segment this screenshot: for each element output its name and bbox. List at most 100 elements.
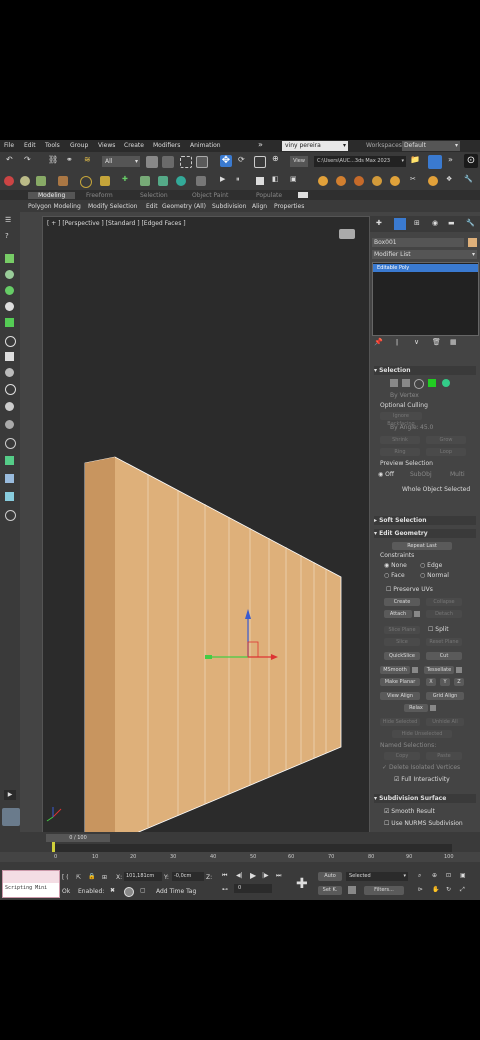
render-iterative-icon[interactable] xyxy=(372,176,382,186)
link-icon[interactable]: ⛓ xyxy=(48,155,58,164)
collapse-button[interactable]: Collapse xyxy=(426,598,462,606)
smooth-result-checkbox[interactable]: ☑ Smooth Result xyxy=(384,808,435,815)
move-icon[interactable]: ✥ xyxy=(220,155,232,167)
zoom-icon[interactable]: ⌕ xyxy=(418,872,421,880)
make-unique-icon[interactable]: ∨ xyxy=(414,338,419,346)
menu-modifiers[interactable]: Modifiers xyxy=(153,142,180,149)
viewport-layout-icon[interactable] xyxy=(5,492,14,501)
spacewarps-icon[interactable] xyxy=(5,336,16,347)
create-tab-icon[interactable]: ✚ xyxy=(376,219,382,227)
reset-plane-button[interactable]: Reset Plane xyxy=(426,638,462,646)
menu-more[interactable]: » xyxy=(258,140,263,149)
tab-modeling[interactable]: Modeling xyxy=(28,192,76,199)
tools-icon[interactable]: 🔧 xyxy=(464,175,473,183)
autodesk-logo-icon[interactable]: ⊙ xyxy=(464,154,478,168)
menu-edit[interactable]: Edit xyxy=(24,142,36,149)
render-gallery-icon[interactable]: ❖ xyxy=(446,175,452,183)
attach-settings-icon[interactable] xyxy=(414,611,420,617)
menu-tools[interactable]: Tools xyxy=(45,142,60,149)
track-bar[interactable] xyxy=(52,844,452,852)
helpers-icon[interactable] xyxy=(5,318,14,327)
render-cloud-icon[interactable] xyxy=(428,176,438,186)
time-cursor[interactable] xyxy=(52,842,55,852)
menu-create[interactable]: Create xyxy=(124,142,144,149)
rotate-icon[interactable]: ⟳ xyxy=(238,155,245,164)
planar-y-button[interactable]: Y xyxy=(440,678,450,686)
viewport-layout-tab[interactable] xyxy=(2,808,20,826)
copy-button[interactable]: Copy xyxy=(384,752,420,760)
modifier-list-dropdown[interactable]: Modifier List ▾ xyxy=(372,250,477,259)
redo-icon[interactable]: ↷ xyxy=(24,155,31,164)
curve-editor-icon[interactable] xyxy=(176,176,186,186)
reference-coord-dropdown[interactable]: View xyxy=(290,156,308,167)
tab-selection[interactable]: Selection xyxy=(140,192,168,199)
hierarchy-tab-icon[interactable]: ⊞ xyxy=(414,219,420,227)
ribbon-modify-selection[interactable]: Modify Selection xyxy=(88,203,137,210)
selection-lock-icon[interactable] xyxy=(124,887,134,897)
selection-rollup-header[interactable]: ▾ Selection xyxy=(374,366,476,375)
window-crossing-icon[interactable] xyxy=(196,156,208,168)
hide-selected-button[interactable]: Hide Selected xyxy=(380,718,420,726)
stack-item-editable-poly[interactable]: Editable Poly xyxy=(373,264,478,272)
select-object-icon[interactable] xyxy=(146,156,158,168)
absolute-mode-icon[interactable]: ⊞ xyxy=(102,874,107,881)
play-animation-icon[interactable]: ▶ xyxy=(250,871,256,880)
attach-button[interactable]: Attach xyxy=(384,610,412,618)
filters-button[interactable]: Filters... xyxy=(364,886,404,895)
key-mode-icon[interactable]: ⊷ xyxy=(222,886,228,893)
angle-snap-icon[interactable] xyxy=(20,176,30,186)
ribbon-toggle-icon[interactable] xyxy=(298,192,308,198)
view-align-button[interactable]: View Align xyxy=(380,692,420,700)
expand-arrow-icon[interactable]: ▶ xyxy=(4,790,16,800)
split-checkbox[interactable]: ☐ Split xyxy=(428,626,449,633)
motion-icon[interactable] xyxy=(5,384,16,395)
preview-multi-radio[interactable]: Multi xyxy=(450,471,465,478)
hierarchy-icon[interactable] xyxy=(5,368,14,377)
zoom-all-icon[interactable]: ⊕ xyxy=(432,872,437,879)
loop-button[interactable]: Loop xyxy=(426,448,466,456)
scale-icon[interactable] xyxy=(254,156,266,168)
ribbon-geometry[interactable]: Geometry (All) xyxy=(162,203,206,210)
layer-explorer-icon[interactable] xyxy=(140,176,150,186)
constraint-normal-radio[interactable]: ○ Normal xyxy=(420,572,449,579)
ignore-backfacing-button[interactable]: Ignore Backfacing xyxy=(380,412,422,427)
utilities-tab-icon[interactable]: 🔧 xyxy=(466,219,475,227)
constraint-face-radio[interactable]: ○ Face xyxy=(384,572,405,579)
next-frame-icon[interactable]: |▶ xyxy=(262,872,269,879)
eye-icon[interactable] xyxy=(5,510,16,521)
maxscript-listener[interactable]: Scripting Mini xyxy=(2,870,60,898)
msmooth-settings-icon[interactable] xyxy=(412,667,418,673)
grid-align-button[interactable]: Grid Align xyxy=(426,692,464,700)
previous-frame-icon[interactable]: ◀| xyxy=(236,872,243,879)
slice-button[interactable]: Slice xyxy=(384,638,420,646)
preserve-uvs-checkbox[interactable]: ☐ Preserve UVs xyxy=(386,586,433,593)
menu-group[interactable]: Group xyxy=(70,142,88,149)
align-icon[interactable]: ✚ xyxy=(122,175,128,183)
detach-button[interactable]: Detach xyxy=(426,610,462,618)
remove-modifier-icon[interactable]: 🗑 xyxy=(432,338,441,346)
planar-z-button[interactable]: Z xyxy=(454,678,464,686)
set-key-button[interactable]: Set K. xyxy=(318,886,342,895)
quickslice-button[interactable]: QuickSlice xyxy=(384,652,420,660)
x-coord-field[interactable]: 101,181cm xyxy=(124,872,162,881)
render-frame-icon[interactable] xyxy=(336,176,346,186)
element-mode-icon[interactable] xyxy=(442,379,450,387)
percent-snap-icon[interactable] xyxy=(36,176,46,186)
object-color-swatch[interactable] xyxy=(468,238,477,247)
make-planar-button[interactable]: Make Planar xyxy=(380,678,420,686)
object-name-field[interactable]: Box001 xyxy=(372,238,464,247)
key-filters-icon[interactable] xyxy=(348,886,356,894)
light-bulb-icon[interactable] xyxy=(5,438,16,449)
full-interactivity-checkbox[interactable]: ☑ Full Interactivity xyxy=(394,776,450,783)
by-angle-label[interactable]: By Angle: xyxy=(390,424,419,431)
tessellate-settings-icon[interactable] xyxy=(456,667,462,673)
delete-isolated-checkbox[interactable]: ✓ Delete Isolated Vertices xyxy=(382,764,460,771)
zoom-extents-all-icon[interactable]: ▣ xyxy=(460,872,466,879)
preview-subobj-radio[interactable]: SubObj xyxy=(410,471,432,478)
render-icon[interactable] xyxy=(318,176,328,186)
key-filter-dropdown[interactable]: Selected ▾ xyxy=(346,872,408,881)
configure-sets-icon[interactable]: ▦ xyxy=(450,338,457,346)
tab-freeform[interactable]: Freeform xyxy=(86,192,113,199)
selection-filter-dropdown[interactable]: All ▾ xyxy=(102,156,140,167)
cursor-icon[interactable]: ⇱ xyxy=(76,874,81,881)
